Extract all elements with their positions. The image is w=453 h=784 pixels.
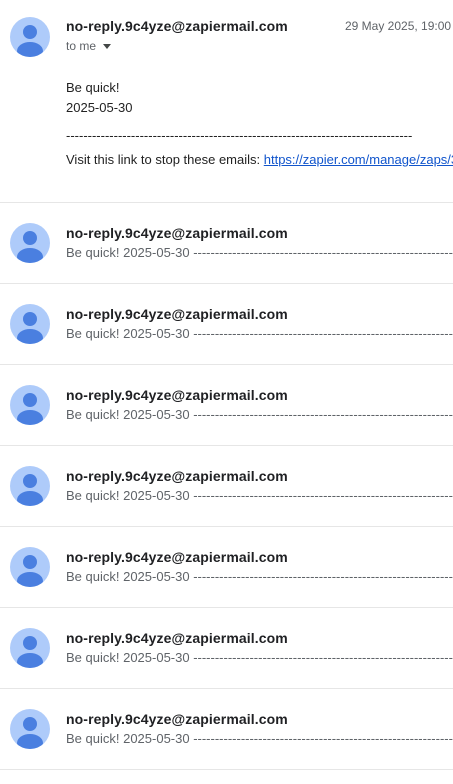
avatar[interactable]: [10, 466, 50, 506]
message-snippet: Be quick! 2025-05-30 -------------------…: [66, 569, 453, 584]
message-snippet: Be quick! 2025-05-30 -------------------…: [66, 650, 453, 665]
sender-name: no-reply.9c4yze@zapiermail.com: [66, 387, 288, 403]
avatar[interactable]: [10, 17, 50, 57]
person-icon: [17, 393, 43, 425]
body-text-line: Be quick!: [66, 80, 120, 95]
person-icon: [17, 312, 43, 344]
sender-name: no-reply.9c4yze@zapiermail.com: [66, 549, 288, 565]
sender-name: no-reply.9c4yze@zapiermail.com: [66, 306, 288, 322]
person-icon: [17, 717, 43, 749]
sender-name: no-reply.9c4yze@zapiermail.com: [66, 711, 288, 727]
email-thread: no-reply.9c4yze@zapiermail.com 29 May 20…: [0, 0, 453, 770]
body-divider: ----------------------------------------…: [66, 128, 413, 143]
collapsed-message[interactable]: no-reply.9c4yze@zapiermail.com Be quick!…: [0, 446, 453, 527]
sender-name: no-reply.9c4yze@zapiermail.com: [66, 468, 288, 484]
sender-name[interactable]: no-reply.9c4yze@zapiermail.com: [66, 18, 288, 34]
sender-name: no-reply.9c4yze@zapiermail.com: [66, 225, 288, 241]
recipient-label: to me: [66, 39, 97, 53]
avatar[interactable]: [10, 547, 50, 587]
message-snippet: Be quick! 2025-05-30 -------------------…: [66, 326, 453, 341]
sender-name: no-reply.9c4yze@zapiermail.com: [66, 630, 288, 646]
body-text-date: 2025-05-30: [66, 100, 133, 115]
message-date[interactable]: 29 May 2025, 19:00: [345, 19, 451, 33]
avatar[interactable]: [10, 709, 50, 749]
message-snippet: Be quick! 2025-05-30 -------------------…: [66, 488, 453, 503]
collapsed-message[interactable]: no-reply.9c4yze@zapiermail.com Be quick!…: [0, 284, 453, 365]
person-icon: [17, 231, 43, 263]
avatar[interactable]: [10, 304, 50, 344]
person-icon: [17, 636, 43, 668]
collapsed-message[interactable]: no-reply.9c4yze@zapiermail.com Be quick!…: [0, 203, 453, 284]
person-icon: [17, 555, 43, 587]
expanded-message: no-reply.9c4yze@zapiermail.com 29 May 20…: [0, 0, 453, 203]
avatar[interactable]: [10, 223, 50, 263]
unsubscribe-line: Visit this link to stop these emails: ht…: [66, 152, 453, 167]
person-icon: [17, 474, 43, 506]
collapsed-message[interactable]: no-reply.9c4yze@zapiermail.com Be quick!…: [0, 365, 453, 446]
unsubscribe-prefix: Visit this link to stop these emails:: [66, 152, 264, 167]
message-snippet: Be quick! 2025-05-30 -------------------…: [66, 407, 453, 422]
avatar[interactable]: [10, 385, 50, 425]
unsubscribe-link[interactable]: https://zapier.com/manage/zaps/3: [264, 152, 453, 167]
message-snippet: Be quick! 2025-05-30 -------------------…: [66, 731, 453, 746]
message-snippet: Be quick! 2025-05-30 -------------------…: [66, 245, 453, 260]
recipient-details[interactable]: to me: [66, 39, 112, 53]
caret-down-icon[interactable]: [103, 43, 112, 49]
person-icon: [17, 25, 43, 57]
collapsed-message[interactable]: no-reply.9c4yze@zapiermail.com Be quick!…: [0, 608, 453, 689]
collapsed-message[interactable]: no-reply.9c4yze@zapiermail.com Be quick!…: [0, 527, 453, 608]
avatar[interactable]: [10, 628, 50, 668]
collapsed-message[interactable]: no-reply.9c4yze@zapiermail.com Be quick!…: [0, 689, 453, 770]
